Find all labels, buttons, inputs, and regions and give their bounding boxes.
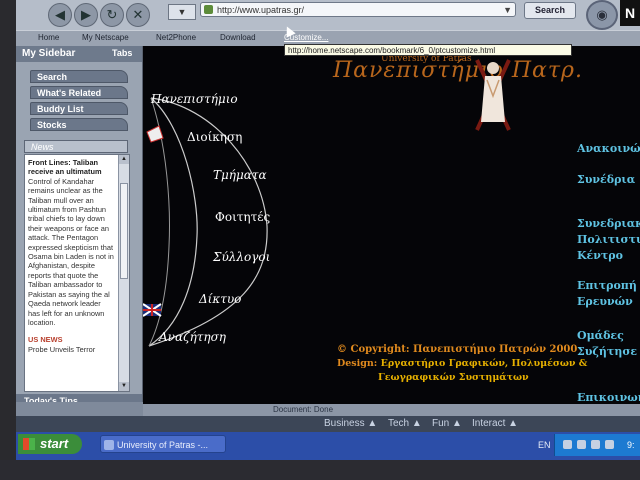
link-committee[interactable]: Επιτροπή <box>577 278 637 293</box>
menu-departments[interactable]: Τμήματα <box>213 168 267 182</box>
start-label: start <box>40 436 69 451</box>
link-tooltip: http://home.netscape.com/bookmark/6_0/pt… <box>284 44 572 56</box>
sidebar-tab-news[interactable]: News <box>24 140 128 153</box>
link-research[interactable]: Ερευνών <box>577 294 633 309</box>
status-bar: Document: Done <box>143 404 640 416</box>
search-button[interactable]: Search <box>524 2 576 19</box>
sidebar-title: My Sidebar <box>22 48 76 59</box>
forward-button[interactable]: ▶ <box>74 3 98 27</box>
design-value-line2: Γεωγραφικών Συστημάτων <box>378 372 529 383</box>
home-link[interactable]: Home <box>38 33 59 42</box>
stop-icon: ✕ <box>132 7 144 22</box>
menu-administration[interactable]: Διοίκηση <box>187 130 242 144</box>
netscape-logo[interactable]: N <box>620 0 640 26</box>
probe-link[interactable]: Probe Unveils Terror <box>28 345 114 354</box>
news-headline[interactable]: Front Lines: Taliban receive an ultimatu… <box>28 158 114 177</box>
news-scrollbar[interactable]: ▲ ▼ <box>118 155 129 391</box>
design-credit: Design: Εργαστήριο Γραφικών, Πολυμέσων & <box>337 358 587 369</box>
sidebar-tab-buddy-list[interactable]: Buddy List <box>30 102 128 115</box>
news-content: Front Lines: Taliban receive an ultimatu… <box>28 158 114 354</box>
design-value: Εργαστήριο Γραφικών, Πολυμέσων & <box>380 358 588 369</box>
language-indicator[interactable]: EN <box>538 440 551 450</box>
sidebar-header: My Sidebar Tabs <box>16 46 142 62</box>
taskbar-window-button[interactable]: University of Patras -... <box>100 435 226 453</box>
security-icon[interactable] <box>605 440 614 449</box>
sidebar-tabs-menu[interactable]: Tabs <box>112 48 132 58</box>
windows-taskbar: start University of Patras -... EN 9: <box>16 432 640 460</box>
tech-menu[interactable]: Tech ▲ <box>388 418 422 429</box>
menu-university[interactable]: Πανεπιστήμιο <box>151 92 238 106</box>
news-body: Control of Kandahar remains unclear as t… <box>28 176 114 327</box>
sidebar-tab-whats-related[interactable]: What's Related <box>30 86 128 99</box>
link-contact[interactable]: Επικοινων <box>577 390 640 405</box>
menu-associations[interactable]: Σύλλογοι <box>213 250 270 264</box>
navigation-toolbar: ◀ ▶ ↻ ✕ ▼ http://www.upatras.gr/ ▼ Searc… <box>16 0 640 30</box>
us-news-heading: US NEWS <box>28 335 63 345</box>
saint-andrew-emblem <box>475 59 511 131</box>
link-center[interactable]: Κέντρο <box>577 248 623 263</box>
scroll-thumb[interactable] <box>120 183 128 279</box>
news-panel: Front Lines: Taliban receive an ultimatu… <box>24 154 130 392</box>
link-conferences[interactable]: Συνέδρια <box>577 172 635 187</box>
url-text: http://www.upatras.gr/ <box>217 5 305 15</box>
browser-window-icon <box>104 440 114 450</box>
url-dropdown-icon[interactable]: ▼ <box>503 3 512 16</box>
link-discussion[interactable]: Συζήτησε <box>577 344 637 359</box>
messenger-icon[interactable] <box>591 440 600 449</box>
web-content: University of Patras Πανεπιστήμιο Πατρ. <box>143 46 640 406</box>
fun-menu[interactable]: Fun ▲ <box>432 418 462 429</box>
back-button[interactable]: ◀ <box>48 3 72 27</box>
menu-search[interactable]: Αναζήτηση <box>159 330 226 344</box>
menu-students[interactable]: Φοιτητές <box>215 210 270 224</box>
throbber-icon[interactable]: ◉ <box>586 0 618 30</box>
reload-button[interactable]: ↻ <box>100 3 124 27</box>
design-label: Design: <box>337 358 378 369</box>
scroll-up-icon[interactable]: ▲ <box>119 155 129 164</box>
sidebar-tab-search[interactable]: Search <box>30 70 128 83</box>
task-label: University of Patras -... <box>117 440 209 450</box>
history-dropdown[interactable]: ▼ <box>168 4 196 20</box>
system-tray: 9: <box>554 434 640 456</box>
link-cultural[interactable]: Πολιτιστικ <box>577 232 640 247</box>
sidebar-tab-stocks[interactable]: Stocks <box>30 118 128 131</box>
reload-icon: ↻ <box>106 7 118 22</box>
scroll-down-icon[interactable]: ▼ <box>119 382 129 391</box>
business-menu[interactable]: Business ▲ <box>324 418 377 429</box>
start-button[interactable]: start <box>18 434 82 454</box>
clock[interactable]: 9: <box>627 440 635 450</box>
back-arrow-icon: ◀ <box>55 7 65 22</box>
link-groups[interactable]: Ομάδες <box>577 328 624 343</box>
page-icon <box>204 5 213 14</box>
monitor: ◀ ▶ ↻ ✕ ▼ http://www.upatras.gr/ ▼ Searc… <box>0 0 640 480</box>
network-icon[interactable] <box>577 440 586 449</box>
sidebar: My Sidebar Tabs Search What's Related Bu… <box>16 46 143 408</box>
netscape-bottom-bar: Business ▲ Tech ▲ Fun ▲ Interact ▲ <box>16 416 640 432</box>
link-conference-center[interactable]: Συνεδριακό <box>577 216 640 231</box>
link-announcements[interactable]: Ανακοινώσ <box>577 141 640 156</box>
windows-flag-icon <box>23 438 35 450</box>
site-logo-title: Πανεπιστήμιο Πατρ. <box>333 58 583 83</box>
monitor-chin <box>0 460 640 480</box>
copyright-text: © Copyright: Πανεπιστήμιο Πατρών 2000 <box>337 344 578 355</box>
url-input[interactable]: http://www.upatras.gr/ ▼ <box>200 2 516 17</box>
forward-arrow-icon: ▶ <box>81 7 91 22</box>
my-netscape-link[interactable]: My Netscape <box>82 33 129 42</box>
menu-network[interactable]: Δίκτυο <box>199 292 241 306</box>
net2phone-link[interactable]: Net2Phone <box>156 33 196 42</box>
monitor-bezel <box>0 0 16 480</box>
download-link[interactable]: Download <box>220 33 256 42</box>
screen: ◀ ▶ ↻ ✕ ▼ http://www.upatras.gr/ ▼ Searc… <box>16 0 640 460</box>
stop-button[interactable]: ✕ <box>126 3 150 27</box>
volume-icon[interactable] <box>563 440 572 449</box>
interact-menu[interactable]: Interact ▲ <box>472 418 518 429</box>
